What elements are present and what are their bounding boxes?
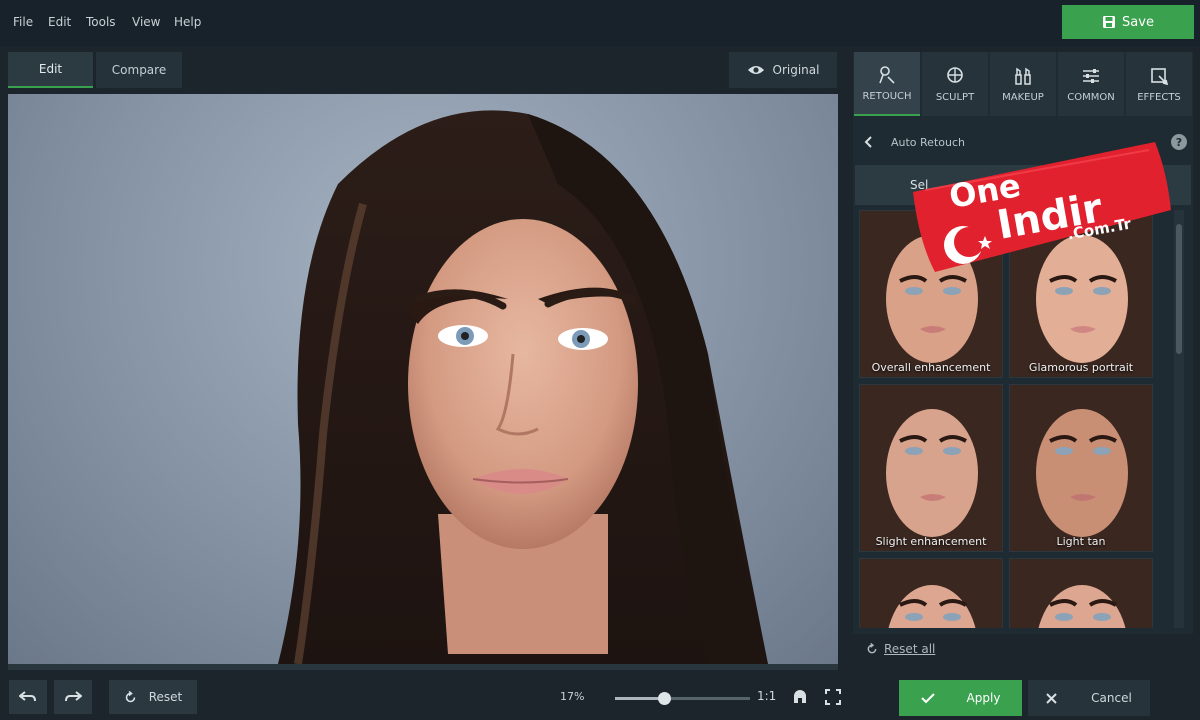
- preset-face-image: [1010, 385, 1152, 551]
- tab-common-label: COMMON: [1067, 91, 1115, 103]
- tab-compare[interactable]: Compare: [96, 52, 182, 88]
- reset-button[interactable]: Reset: [109, 680, 197, 714]
- cancel-label: Cancel: [1091, 691, 1132, 705]
- effects-icon: [1151, 67, 1169, 85]
- sculpt-icon: [947, 66, 963, 83]
- fullscreen-button[interactable]: [822, 680, 844, 714]
- original-label: Original: [772, 63, 820, 77]
- zoom-slider-knob[interactable]: [657, 692, 671, 705]
- tab-makeup[interactable]: MAKEUP: [990, 52, 1056, 116]
- retouch-brush-icon: [879, 65, 895, 84]
- undo-button[interactable]: [9, 680, 47, 714]
- tab-effects-label: EFFECTS: [1137, 91, 1181, 103]
- menu-view[interactable]: View: [132, 15, 160, 29]
- tab-edit-label: Edit: [38, 62, 63, 76]
- tab-common[interactable]: COMMON: [1058, 52, 1124, 116]
- reset-all-label: Reset all: [884, 642, 936, 656]
- preset-face-image: [860, 559, 1002, 628]
- preset-thumbnail[interactable]: Slight enhancement: [859, 384, 1003, 552]
- reset-label: Reset: [148, 690, 183, 704]
- preset-face-image: [860, 385, 1002, 551]
- fit-to-screen-icon: [794, 690, 806, 703]
- portrait-photo: [278, 110, 768, 664]
- preset-thumbnail[interactable]: [1009, 558, 1153, 628]
- redo-button[interactable]: [54, 680, 92, 714]
- zoom-slider-fill: [615, 697, 664, 700]
- cancel-button[interactable]: Cancel: [1028, 680, 1150, 716]
- menu-help[interactable]: Help: [174, 15, 201, 29]
- apply-button[interactable]: Apply: [899, 680, 1022, 716]
- apply-label: Apply: [966, 691, 1001, 705]
- zoom-slider[interactable]: [615, 692, 750, 705]
- tab-retouch-label: RETOUCH: [862, 90, 912, 102]
- tab-effects[interactable]: EFFECTS: [1126, 52, 1192, 116]
- fit-button[interactable]: [788, 680, 812, 714]
- save-label: Save: [1122, 14, 1154, 30]
- preset-label: Glamorous portrait: [1028, 361, 1134, 374]
- fullscreen-icon: [825, 689, 841, 705]
- menu-edit[interactable]: Edit: [48, 15, 71, 29]
- check-icon: [920, 693, 935, 704]
- preset-label: Overall enhancement: [871, 361, 991, 374]
- menu-file[interactable]: File: [13, 15, 33, 29]
- eye-icon: [747, 66, 764, 74]
- preset-scrollbar[interactable]: [1174, 210, 1184, 628]
- horizontal-scrollbar[interactable]: [8, 664, 838, 670]
- preset-thumbnail[interactable]: Light tan: [1009, 384, 1153, 552]
- menu-tools[interactable]: Tools: [86, 15, 116, 29]
- reset-icon: [867, 643, 877, 654]
- preset-label: Slight enhancement: [875, 535, 987, 548]
- tab-compare-label: Compare: [111, 63, 167, 77]
- reset-all-link[interactable]: Reset all: [866, 642, 935, 656]
- preset-thumbnail[interactable]: [859, 558, 1003, 628]
- tab-retouch[interactable]: RETOUCH: [854, 52, 920, 116]
- original-button[interactable]: Original: [729, 52, 837, 88]
- close-icon: [1046, 692, 1057, 704]
- undo-icon: [19, 691, 36, 702]
- preset-label: Light tan: [1056, 535, 1106, 548]
- preset-scrollbar-thumb[interactable]: [1176, 224, 1182, 354]
- preset-face-image: [1010, 559, 1152, 628]
- redo-icon: [65, 691, 82, 702]
- tab-sculpt[interactable]: SCULPT: [922, 52, 988, 116]
- tab-sculpt-label: SCULPT: [935, 91, 975, 103]
- save-button[interactable]: Save: [1062, 5, 1194, 39]
- reset-icon: [125, 690, 136, 702]
- zoom-1-1-button[interactable]: 1:1: [757, 689, 776, 703]
- makeup-icon: [1015, 67, 1031, 85]
- tab-makeup-label: MAKEUP: [1002, 91, 1044, 103]
- sliders-icon: [1083, 68, 1099, 83]
- watermark-logo: One Indir .Com.Tr: [905, 132, 1175, 282]
- chevron-left-icon[interactable]: [863, 135, 875, 149]
- zoom-percentage: 17%: [560, 690, 585, 703]
- tab-edit[interactable]: Edit: [8, 52, 93, 88]
- save-icon: [1103, 16, 1116, 28]
- photo-canvas[interactable]: [8, 94, 838, 664]
